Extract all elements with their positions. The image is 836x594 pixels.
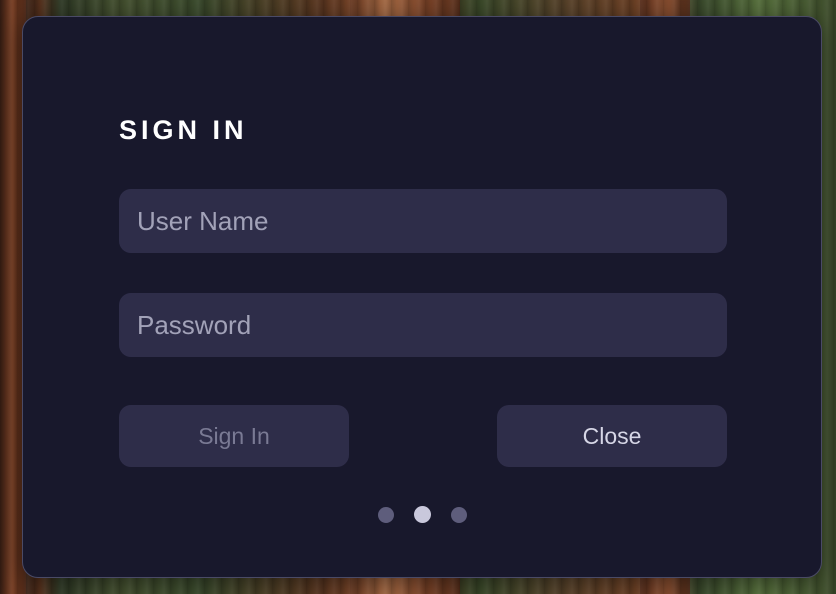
password-input[interactable] — [119, 293, 727, 357]
username-input[interactable] — [119, 189, 727, 253]
close-button[interactable]: Close — [497, 405, 727, 467]
sign-in-button[interactable]: Sign In — [119, 405, 349, 467]
page-dot[interactable] — [450, 506, 467, 523]
sign-in-dialog: SIGN IN Sign In Close — [22, 16, 822, 578]
page-dot-active[interactable] — [413, 506, 431, 523]
pagination-dots — [23, 506, 821, 524]
page-dot[interactable] — [377, 506, 394, 523]
dialog-title: SIGN IN — [119, 115, 248, 145]
